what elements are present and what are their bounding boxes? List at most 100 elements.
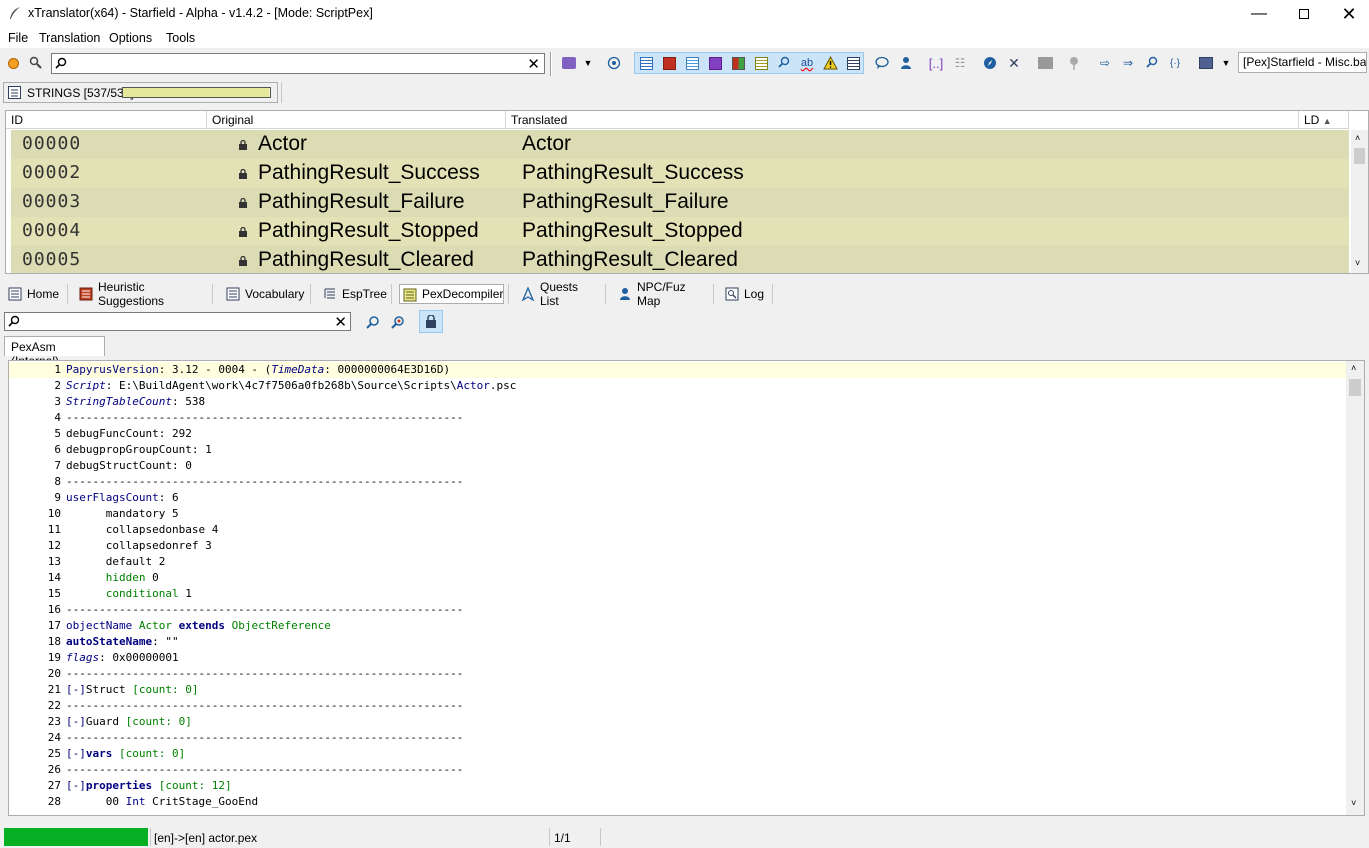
cancel-icon[interactable]: ✕ bbox=[1006, 55, 1022, 71]
code-token: autoStateName bbox=[66, 635, 153, 648]
brackets-icon[interactable]: [..] bbox=[928, 55, 944, 71]
menu-options[interactable]: Options bbox=[109, 31, 152, 45]
column-header-translated[interactable]: Translated bbox=[506, 111, 1299, 129]
target-icon[interactable] bbox=[606, 55, 622, 71]
scroll-up-icon[interactable]: ˄ bbox=[1351, 364, 1356, 374]
tab-quests-list[interactable]: Quests List bbox=[518, 280, 600, 308]
code-divider: ----------------------------------------… bbox=[66, 667, 464, 680]
gray-square-icon[interactable] bbox=[1037, 55, 1053, 71]
row-id: 00002 bbox=[22, 162, 82, 183]
compass-icon[interactable] bbox=[982, 55, 998, 71]
orange-dot-icon[interactable] bbox=[5, 55, 21, 71]
list-multicolor-icon[interactable] bbox=[730, 55, 746, 71]
pex-file-select[interactable]: [Pex]Starfield - Misc.ba bbox=[1238, 52, 1367, 73]
lock-toggle-button[interactable] bbox=[419, 310, 443, 333]
find-prev-icon[interactable] bbox=[390, 314, 406, 330]
dropdown-icon[interactable]: ▼ bbox=[1218, 55, 1234, 71]
status-mode: [en]->[en] actor.pex bbox=[154, 831, 258, 845]
code-line: 1 PapyrusVersion: 3.12 - 0004 - (TimeData… bbox=[9, 362, 1346, 378]
clear-search-icon[interactable]: ✕ bbox=[527, 55, 540, 73]
menu-file[interactable]: File bbox=[8, 31, 28, 45]
list-red-icon[interactable] bbox=[661, 55, 677, 71]
search-input[interactable]: ✕ bbox=[51, 53, 545, 74]
tab-pexasm-internal[interactable]: PexAsm (Internal) bbox=[4, 336, 105, 368]
row-original: Actor bbox=[258, 132, 308, 155]
code-token: : 6 bbox=[158, 491, 179, 504]
code-line: 25 [-]vars [count: 0] bbox=[47, 747, 186, 760]
tree-icon[interactable]: ☷ bbox=[952, 55, 968, 71]
code-token: default 2 bbox=[66, 555, 166, 568]
row-id: 00000 bbox=[22, 133, 82, 154]
find-next-icon[interactable] bbox=[365, 314, 381, 330]
list-item[interactable]: 00002 PathingResult_Success PathingResul… bbox=[11, 159, 1349, 188]
import-icon[interactable] bbox=[561, 55, 577, 71]
code-token: [count: 0] bbox=[125, 683, 199, 696]
code-token: extends bbox=[178, 619, 225, 632]
clear-search-icon[interactable]: ✕ bbox=[334, 313, 347, 331]
maximize-button[interactable] bbox=[1281, 0, 1327, 28]
code-token: : "" bbox=[152, 635, 179, 648]
export-icon[interactable]: ⇨ bbox=[1097, 55, 1113, 71]
list-purple-icon[interactable] bbox=[707, 55, 723, 71]
code-line: 13 default 2 bbox=[47, 555, 166, 568]
script-icon[interactable]: {·} bbox=[1167, 55, 1183, 71]
list-blue-icon[interactable] bbox=[638, 55, 654, 71]
list-item[interactable]: 00004 PathingResult_Stopped PathingResul… bbox=[11, 217, 1349, 246]
scroll-down-icon[interactable]: ˅ bbox=[1351, 799, 1356, 809]
code-token: [-] bbox=[66, 779, 86, 792]
spellcheck-icon[interactable]: ab bbox=[799, 55, 815, 71]
tab-npc-fuz-map[interactable]: NPC/Fuz Map bbox=[615, 280, 707, 308]
tab-pexdecompiler[interactable]: PexDecompiler bbox=[399, 284, 504, 304]
code-scrollbar[interactable]: ˄ ˅ bbox=[1346, 361, 1364, 815]
lock-icon bbox=[239, 140, 247, 150]
ld-label: LD bbox=[1304, 113, 1320, 127]
scroll-thumb[interactable] bbox=[1354, 148, 1365, 164]
tab-vocabulary[interactable]: Vocabulary bbox=[223, 284, 305, 304]
code-token: [-] bbox=[66, 715, 86, 728]
tab-label: Heuristic Suggestions bbox=[98, 280, 165, 308]
comment-icon[interactable] bbox=[874, 55, 890, 71]
code-line: 21 [-]Struct [count: 0] bbox=[47, 683, 199, 696]
strings-tab-label: STRINGS [537/538] bbox=[27, 85, 134, 100]
user-icon[interactable] bbox=[898, 55, 914, 71]
pin-icon[interactable] bbox=[1066, 55, 1082, 71]
list-lightblue-icon[interactable] bbox=[684, 55, 700, 71]
search-users-icon[interactable] bbox=[28, 55, 44, 71]
dropdown-icon[interactable]: ▼ bbox=[580, 55, 596, 71]
tab-separator bbox=[212, 284, 213, 304]
row-translated: PathingResult_Failure bbox=[522, 190, 729, 213]
find-icon[interactable] bbox=[776, 55, 792, 71]
code-token: 1 bbox=[178, 587, 192, 600]
export-file-icon[interactable]: ⇒ bbox=[1120, 55, 1136, 71]
list-item[interactable]: 00003 PathingResult_Failure PathingResul… bbox=[11, 188, 1349, 217]
menu-translation[interactable]: Translation bbox=[39, 31, 100, 45]
column-header-id[interactable]: ID bbox=[6, 111, 207, 129]
image-icon[interactable] bbox=[1198, 55, 1214, 71]
warning-icon[interactable] bbox=[822, 55, 838, 71]
code-token: : 0000000064E3D16D) bbox=[324, 363, 451, 376]
list-item[interactable]: 00005 PathingResult_Cleared PathingResul… bbox=[11, 246, 1349, 273]
code-token: TimeData bbox=[271, 363, 325, 376]
scroll-down-icon[interactable]: ˅ bbox=[1355, 258, 1360, 268]
code-line: 17 objectName Actor extends ObjectReferen… bbox=[47, 619, 331, 632]
tab-esptree[interactable]: EspTree bbox=[320, 284, 387, 304]
code-line: 10 mandatory 5 bbox=[47, 507, 179, 520]
decompiler-search-input[interactable]: ✕ bbox=[4, 312, 351, 331]
scroll-thumb[interactable] bbox=[1349, 379, 1361, 396]
column-header-original[interactable]: Original bbox=[207, 111, 506, 129]
column-header-ld[interactable]: LD ▲ bbox=[1299, 111, 1349, 129]
grid-list-icon[interactable] bbox=[845, 55, 861, 71]
tab-home[interactable]: Home bbox=[5, 284, 65, 304]
tab-heuristic-suggestions[interactable]: Heuristic Suggestions bbox=[76, 280, 210, 308]
minimize-button[interactable]: — bbox=[1236, 0, 1282, 28]
code-editor[interactable]: 1 PapyrusVersion: 3.12 - 0004 - (TimeData… bbox=[8, 360, 1365, 816]
list-item[interactable]: 00000 Actor Actor bbox=[11, 130, 1349, 159]
menu-tools[interactable]: Tools bbox=[166, 31, 195, 45]
list-yellow-icon[interactable] bbox=[753, 55, 769, 71]
scroll-up-icon[interactable]: ˄ bbox=[1355, 133, 1360, 143]
list-scrollbar[interactable]: ˄ ˅ bbox=[1351, 130, 1368, 273]
tab-log[interactable]: Log bbox=[722, 284, 768, 304]
code-token: collapsedonref 3 bbox=[66, 539, 212, 552]
user-search-icon[interactable] bbox=[1144, 55, 1160, 71]
close-button[interactable]: ✕ bbox=[1326, 0, 1369, 28]
